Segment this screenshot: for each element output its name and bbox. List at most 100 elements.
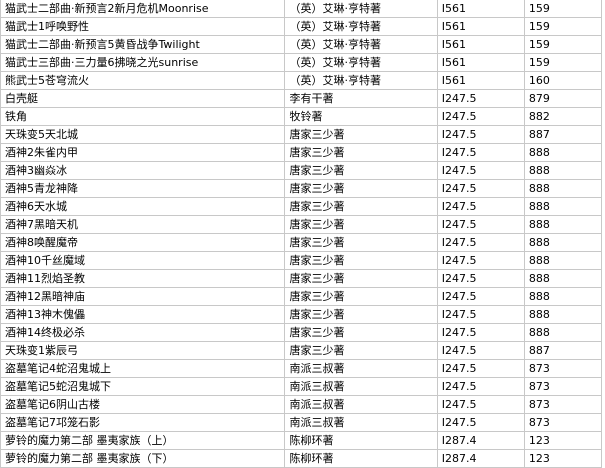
cell-title[interactable]: 天珠变5天北城	[0, 125, 286, 144]
cell-call-number[interactable]: I247.5	[436, 197, 525, 216]
cell-author[interactable]: 唐家三少著	[284, 323, 438, 342]
cell-author[interactable]: 唐家三少著	[284, 233, 438, 252]
cell-title[interactable]: 酒神7黑暗天机	[0, 215, 286, 234]
table-row[interactable]: 酒神10千丝魔域 唐家三少著 I247.5 888	[0, 251, 603, 270]
table-row[interactable]: 萝铃的魔力第二部 墨夷家族（上） 陈柳环著 I287.4 123	[0, 431, 603, 450]
cell-title[interactable]: 盗墓笔记7邛笼石影	[0, 413, 286, 432]
cell-author[interactable]: 唐家三少著	[284, 161, 438, 180]
cell-number[interactable]: 888	[523, 233, 603, 252]
cell-author[interactable]: 牧铃著	[284, 107, 438, 126]
cell-author[interactable]: 南派三叔著	[284, 359, 438, 378]
cell-author[interactable]: 唐家三少著	[284, 305, 438, 324]
cell-call-number[interactable]: I247.5	[436, 287, 525, 306]
cell-call-number[interactable]: I561	[436, 35, 525, 54]
cell-author[interactable]: 唐家三少著	[284, 215, 438, 234]
cell-number[interactable]: 888	[523, 269, 603, 288]
cell-author[interactable]: 唐家三少著	[284, 269, 438, 288]
cell-call-number[interactable]: I247.5	[436, 215, 525, 234]
cell-title[interactable]: 天珠变1紫辰弓	[0, 341, 286, 360]
cell-title[interactable]: 酒神3幽焱冰	[0, 161, 286, 180]
cell-title[interactable]: 猫武士1呼唤野性	[0, 17, 286, 36]
cell-author[interactable]: 唐家三少著	[284, 143, 438, 162]
cell-call-number[interactable]: I247.5	[436, 323, 525, 342]
cell-number[interactable]: 888	[523, 197, 603, 216]
cell-author[interactable]: 南派三叔著	[284, 377, 438, 396]
cell-number[interactable]: 159	[523, 0, 603, 18]
cell-author[interactable]: （英）艾琳·亨特著	[284, 71, 438, 90]
cell-number[interactable]: 888	[523, 305, 603, 324]
table-row[interactable]: 猫武士1呼唤野性 （英）艾琳·亨特著 I561 159	[0, 17, 603, 36]
cell-number[interactable]: 123	[523, 449, 603, 468]
table-row[interactable]: 酒神6天水城 唐家三少著 I247.5 888	[0, 197, 603, 216]
cell-call-number[interactable]: I247.5	[436, 269, 525, 288]
table-row[interactable]: 盗墓笔记7邛笼石影 南派三叔著 I247.5 873	[0, 413, 603, 432]
cell-number[interactable]: 882	[523, 107, 603, 126]
cell-call-number[interactable]: I561	[436, 17, 525, 36]
cell-call-number[interactable]: I247.5	[436, 251, 525, 270]
cell-title[interactable]: 猫武士二部曲·新预言2新月危机Moonrise	[0, 0, 286, 18]
cell-title[interactable]: 酒神6天水城	[0, 197, 286, 216]
cell-number[interactable]: 879	[523, 89, 603, 108]
cell-call-number[interactable]: I247.5	[436, 377, 525, 396]
cell-author[interactable]: 南派三叔著	[284, 413, 438, 432]
cell-number[interactable]: 873	[523, 359, 603, 378]
cell-call-number[interactable]: I561	[436, 53, 525, 72]
table-row[interactable]: 酒神14终极必杀 唐家三少著 I247.5 888	[0, 323, 603, 342]
table-row[interactable]: 萝铃的魔力第二部 墨夷家族（下） 陈柳环著 I287.4 123	[0, 449, 603, 468]
cell-author[interactable]: 唐家三少著	[284, 251, 438, 270]
cell-number[interactable]: 888	[523, 251, 603, 270]
cell-author[interactable]: 唐家三少著	[284, 341, 438, 360]
cell-call-number[interactable]: I287.4	[436, 431, 525, 450]
table-row[interactable]: 盗墓笔记4蛇沼鬼城上 南派三叔著 I247.5 873	[0, 359, 603, 378]
cell-author[interactable]: 唐家三少著	[284, 125, 438, 144]
cell-number[interactable]: 888	[523, 287, 603, 306]
cell-title[interactable]: 盗墓笔记5蛇沼鬼城下	[0, 377, 286, 396]
table-row[interactable]: 酒神2朱雀内甲 唐家三少著 I247.5 888	[0, 143, 603, 162]
cell-title[interactable]: 猫武士三部曲·三力量6拂晓之光sunrise	[0, 53, 286, 72]
cell-call-number[interactable]: I247.5	[436, 341, 525, 360]
cell-call-number[interactable]: I247.5	[436, 233, 525, 252]
cell-author[interactable]: 唐家三少著	[284, 197, 438, 216]
cell-author[interactable]: （英）艾琳·亨特著	[284, 35, 438, 54]
cell-number[interactable]: 873	[523, 395, 603, 414]
cell-author[interactable]: （英）艾琳·亨特著	[284, 17, 438, 36]
cell-author[interactable]: （英）艾琳·亨特著	[284, 53, 438, 72]
cell-title[interactable]: 酒神11烈焰圣教	[0, 269, 286, 288]
table-row[interactable]: 酒神3幽焱冰 唐家三少著 I247.5 888	[0, 161, 603, 180]
cell-number[interactable]: 888	[523, 323, 603, 342]
cell-title[interactable]: 盗墓笔记4蛇沼鬼城上	[0, 359, 286, 378]
cell-call-number[interactable]: I287.4	[436, 449, 525, 468]
cell-call-number[interactable]: I247.5	[436, 107, 525, 126]
cell-call-number[interactable]: I561	[436, 71, 525, 90]
cell-title[interactable]: 酒神12黑暗神庙	[0, 287, 286, 306]
cell-title[interactable]: 酒神14终极必杀	[0, 323, 286, 342]
cell-number[interactable]: 159	[523, 17, 603, 36]
cell-number[interactable]: 888	[523, 143, 603, 162]
cell-number[interactable]: 887	[523, 341, 603, 360]
cell-title[interactable]: 萝铃的魔力第二部 墨夷家族（下）	[0, 449, 286, 468]
cell-title[interactable]: 熊武士5苍穹流火	[0, 71, 286, 90]
cell-title[interactable]: 酒神5青龙神降	[0, 179, 286, 198]
table-row[interactable]: 酒神12黑暗神庙 唐家三少著 I247.5 888	[0, 287, 603, 306]
cell-number[interactable]: 888	[523, 179, 603, 198]
cell-call-number[interactable]: I247.5	[436, 143, 525, 162]
cell-number[interactable]: 888	[523, 215, 603, 234]
cell-number[interactable]: 887	[523, 125, 603, 144]
table-row[interactable]: 天珠变1紫辰弓 唐家三少著 I247.5 887	[0, 341, 603, 360]
cell-number[interactable]: 160	[523, 71, 603, 90]
cell-title[interactable]: 酒神2朱雀内甲	[0, 143, 286, 162]
cell-number[interactable]: 873	[523, 377, 603, 396]
cell-title[interactable]: 铁角	[0, 107, 286, 126]
table-row[interactable]: 盗墓笔记6阴山古楼 南派三叔著 I247.5 873	[0, 395, 603, 414]
cell-author[interactable]: 南派三叔著	[284, 395, 438, 414]
cell-author[interactable]: 唐家三少著	[284, 287, 438, 306]
cell-title[interactable]: 盗墓笔记6阴山古楼	[0, 395, 286, 414]
table-row[interactable]: 白壳艇 李有干著 I247.5 879	[0, 89, 603, 108]
cell-call-number[interactable]: I247.5	[436, 179, 525, 198]
cell-title[interactable]: 酒神10千丝魔域	[0, 251, 286, 270]
cell-call-number[interactable]: I247.5	[436, 305, 525, 324]
cell-number[interactable]: 873	[523, 413, 603, 432]
table-row[interactable]: 猫武士三部曲·三力量6拂晓之光sunrise （英）艾琳·亨特著 I561 159	[0, 53, 603, 72]
cell-call-number[interactable]: I247.5	[436, 413, 525, 432]
table-row[interactable]: 酒神13神木傀儡 唐家三少著 I247.5 888	[0, 305, 603, 324]
